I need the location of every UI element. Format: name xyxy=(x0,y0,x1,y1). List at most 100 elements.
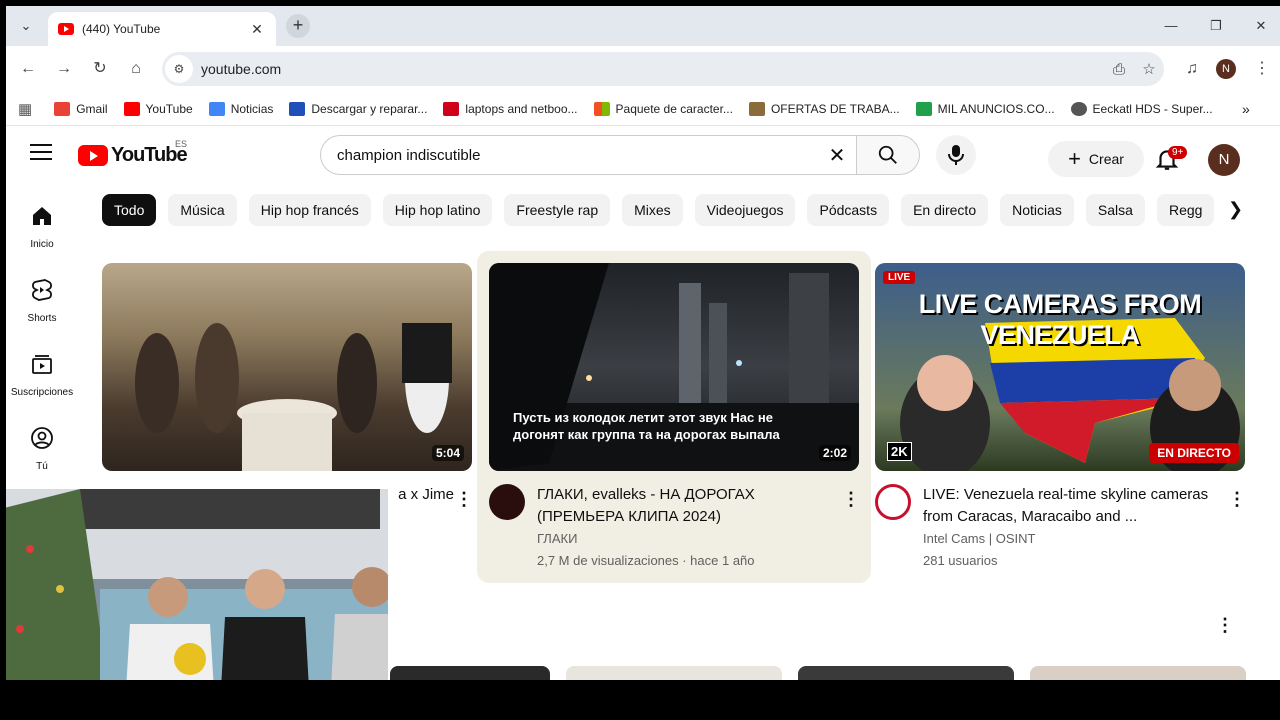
search-input[interactable]: champion indiscutible ✕ xyxy=(320,135,858,175)
bookmark-star-icon[interactable]: ☆ xyxy=(1134,60,1164,78)
browser-toolbar: ← → ↻ ⌂ ⚙ youtube.com ⎙ ☆ ♫ N ⋮ xyxy=(6,46,1280,92)
voice-search-button[interactable] xyxy=(936,135,976,175)
chip-mixes[interactable]: Mixes xyxy=(622,194,683,226)
search-query-text[interactable]: champion indiscutible xyxy=(337,147,817,164)
search-button[interactable] xyxy=(856,135,920,175)
bookmark-eeckatl[interactable]: Eeckatl HDS - Super... xyxy=(1070,101,1213,116)
sidebar-item-shorts[interactable]: Shorts xyxy=(6,278,78,324)
video-stats: 281 usuarios xyxy=(923,553,998,568)
video-thumbnail-row2-4[interactable] xyxy=(1030,666,1246,680)
reload-icon[interactable]: ↻ xyxy=(88,57,112,81)
jobs-icon xyxy=(748,101,765,116)
chip-hip-hop-frances[interactable]: Hip hop francés xyxy=(248,194,371,226)
site-info-icon[interactable]: ⚙ xyxy=(165,55,193,83)
video-thumbnail-3[interactable]: LIVE LIVE CAMERAS FROM VENEZUELA 2K EN D… xyxy=(875,263,1245,471)
chip-regg[interactable]: Regg xyxy=(1156,194,1215,226)
video-thumbnail-1[interactable]: 5:04 xyxy=(102,263,472,471)
create-button[interactable]: + Crear xyxy=(1048,141,1144,177)
chip-salsa[interactable]: Salsa xyxy=(1085,194,1145,226)
forward-icon[interactable]: → xyxy=(52,57,76,81)
apps-grid-icon[interactable]: ▦ xyxy=(18,100,32,118)
video-duration: 2:02 xyxy=(818,445,851,461)
channel-name[interactable]: ГЛАКИ xyxy=(537,528,577,550)
tab-search-chevron-icon[interactable]: ⌄ xyxy=(14,14,38,38)
browser-menu-icon[interactable]: ⋮ xyxy=(1250,57,1274,81)
browser-window: ⌄ (440) YouTube ✕ + — ❐ ✕ ← → ↻ ⌂ ⚙ yout… xyxy=(6,6,1280,680)
more-bookmarks-icon[interactable]: » xyxy=(1242,101,1250,117)
tab-youtube[interactable]: (440) YouTube ✕ xyxy=(48,12,276,46)
bookmark-laptops[interactable]: laptops and netboo... xyxy=(443,101,578,116)
bookmark-noticias[interactable]: Noticias xyxy=(208,101,273,116)
bookmarks-bar: ▦ Gmail YouTube Noticias Descargar y rep… xyxy=(6,92,1280,126)
clear-search-icon[interactable]: ✕ xyxy=(817,143,857,168)
sidebar-item-suscripciones[interactable]: Suscripciones xyxy=(6,352,78,398)
quality-badge: 2K xyxy=(887,442,912,461)
url-text[interactable]: youtube.com xyxy=(201,61,1104,77)
video-title-1[interactable]: a x Jime xyxy=(384,484,454,506)
bookmark-label: laptops and netboo... xyxy=(465,101,578,116)
media-control-icon[interactable]: ♫ xyxy=(1180,57,1204,81)
chip-hip-hop-latino[interactable]: Hip hop latino xyxy=(382,194,493,226)
x-brand-icon xyxy=(289,101,306,116)
tab-strip: ⌄ (440) YouTube ✕ + — ❐ ✕ xyxy=(6,6,1280,46)
sidebar-label: Shorts xyxy=(27,313,57,324)
bookmark-paquete[interactable]: Paquete de caracter... xyxy=(593,101,733,116)
chip-en-directo[interactable]: En directo xyxy=(901,194,989,226)
bookmark-gmail[interactable]: Gmail xyxy=(54,101,108,116)
channel-name[interactable]: Intel Cams | OSINT xyxy=(923,528,1035,550)
video-thumbnail-row2-2[interactable] xyxy=(566,666,782,680)
you-icon xyxy=(31,427,53,449)
chip-podcasts[interactable]: Pódcasts xyxy=(807,194,890,226)
channel-avatar-glaki[interactable] xyxy=(489,484,525,520)
bookmark-label: Eeckatl HDS - Super... xyxy=(1092,101,1213,116)
video-thumbnail-row2-1[interactable] xyxy=(390,666,550,680)
minimize-button[interactable]: — xyxy=(1156,14,1186,38)
live-badge: LIVE xyxy=(883,271,916,284)
account-avatar[interactable]: N xyxy=(1208,144,1240,176)
video-thumbnail-2[interactable]: Пусть из колодок летит этот звук Нас не … xyxy=(489,263,859,471)
video-title-2[interactable]: ГЛАКИ, evalleks - НА ДОРОГАХ (ПРЕМЬЕРА К… xyxy=(537,484,837,528)
new-tab-button[interactable]: + xyxy=(286,14,310,38)
youtube-play-icon xyxy=(78,145,108,166)
youtube-favicon-icon xyxy=(58,23,74,35)
bookmark-youtube[interactable]: YouTube xyxy=(123,101,193,116)
address-bar[interactable]: ⚙ youtube.com ⎙ ☆ xyxy=(162,52,1164,86)
l-brand-icon xyxy=(443,101,460,116)
chip-videojuegos[interactable]: Videojuegos xyxy=(694,194,796,226)
globe-icon xyxy=(1070,101,1087,116)
video-thumbnail-row2-3[interactable] xyxy=(798,666,1014,680)
chip-freestyle-rap[interactable]: Freestyle rap xyxy=(504,194,611,226)
bookmark-descargar[interactable]: Descargar y reparar... xyxy=(289,101,427,116)
chip-musica[interactable]: Música xyxy=(168,194,237,226)
sidebar-item-inicio[interactable]: Inicio xyxy=(6,204,78,250)
search-icon xyxy=(878,145,897,164)
chips-next-chevron-icon[interactable]: ❯ xyxy=(1228,199,1243,220)
sidebar-item-tu[interactable]: Tú xyxy=(6,426,78,472)
tab-close-icon[interactable]: ✕ xyxy=(248,21,266,38)
video-menu-icon[interactable]: ⋮ xyxy=(1227,490,1247,508)
install-app-icon[interactable]: ⎙ xyxy=(1104,61,1134,78)
browser-profile-avatar[interactable]: N xyxy=(1216,59,1236,79)
bookmark-label: MIL ANUNCIOS.CO... xyxy=(937,101,1055,116)
close-window-button[interactable]: ✕ xyxy=(1246,14,1276,38)
youtube-header: YouTube ES champion indiscutible ✕ + Crea… xyxy=(6,126,1280,184)
sidebar-label: Tú xyxy=(36,461,48,472)
chip-todo[interactable]: Todo xyxy=(102,194,157,226)
restore-button[interactable]: ❐ xyxy=(1201,14,1231,38)
menu-icon[interactable] xyxy=(30,144,52,162)
webcam-video-feed xyxy=(6,489,388,680)
video-title-3[interactable]: LIVE: Venezuela real-time skyline camera… xyxy=(923,484,1223,528)
youtube-logo[interactable]: YouTube xyxy=(78,144,188,167)
chip-noticias[interactable]: Noticias xyxy=(1000,194,1074,226)
tab-title: (440) YouTube xyxy=(82,22,161,36)
channel-avatar-intel-cams[interactable] xyxy=(875,484,911,520)
bookmark-milanuncios[interactable]: MIL ANUNCIOS.CO... xyxy=(915,101,1055,116)
home-browser-icon[interactable]: ⌂ xyxy=(124,57,148,81)
section-menu-icon[interactable]: ⋮ xyxy=(1215,616,1235,634)
subscriptions-icon xyxy=(32,355,52,374)
bookmark-label: Gmail xyxy=(76,101,108,116)
bookmark-ofertas[interactable]: OFERTAS DE TRABA... xyxy=(748,101,900,116)
back-icon[interactable]: ← xyxy=(16,57,40,81)
video-menu-icon[interactable]: ⋮ xyxy=(841,490,861,508)
video-menu-icon[interactable]: ⋮ xyxy=(454,490,474,508)
